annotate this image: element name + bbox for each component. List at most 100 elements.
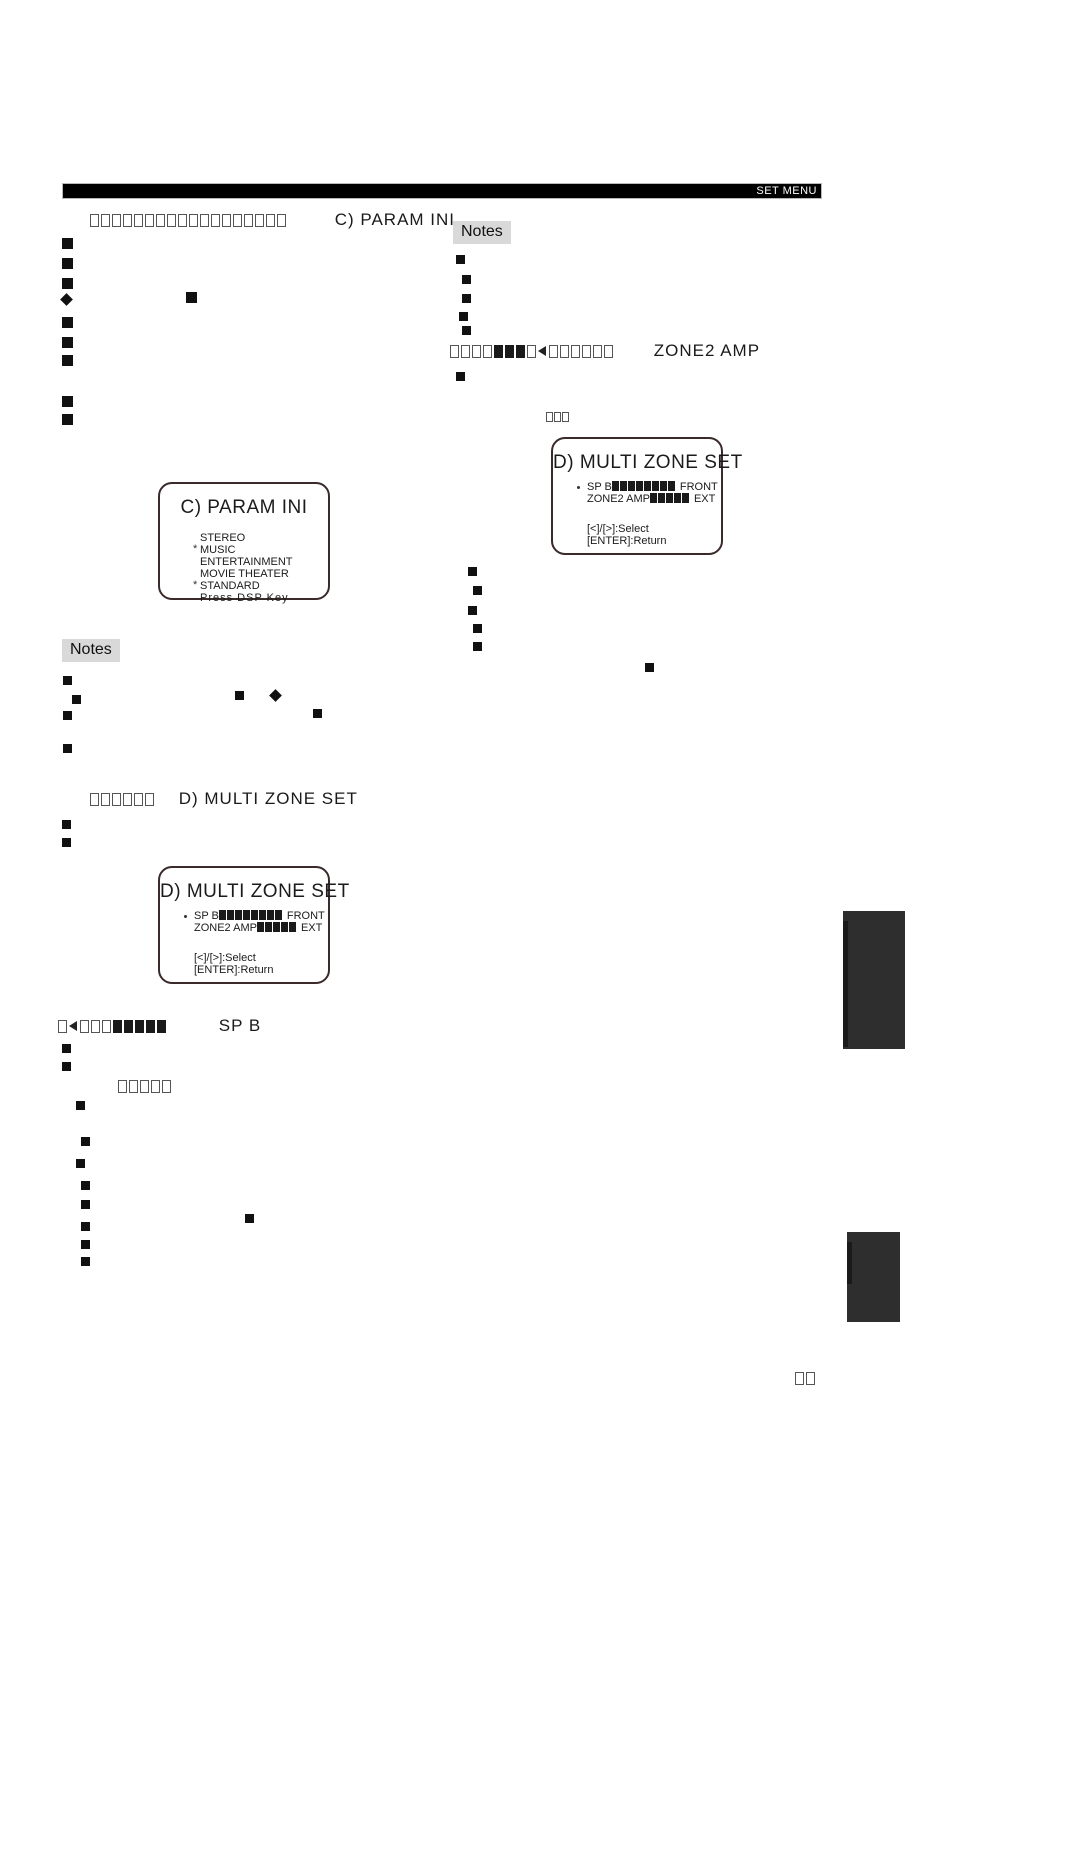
- osd-line-prefix: ZONE2 AMP: [587, 493, 650, 505]
- osd-multi-zone-left-title: D) MULTI ZONE SET: [160, 881, 350, 902]
- osd-line-redacted: [218, 910, 283, 922]
- list-item: [473, 624, 482, 633]
- list-item: [62, 396, 73, 407]
- osd-foot-line: [<]/[>]:Select: [194, 952, 256, 964]
- heading-param-ini-label: C) PARAM INI: [334, 210, 456, 229]
- inline-marker: [235, 691, 244, 700]
- list-item: [63, 711, 72, 720]
- osd-multi-zone-right: D) MULTI ZONE SET SP B FRONT ZONE2 AMP EXT…: [551, 437, 743, 555]
- osd-line: MOVIE THEATER: [200, 568, 289, 580]
- sub-heading-redacted: [118, 1076, 173, 1096]
- osd-line: STANDARD: [200, 580, 260, 592]
- inline-marker-diamond: [269, 689, 282, 702]
- heading-zone2-amp-label: ZONE2 AMP: [653, 341, 761, 360]
- osd-line: Press DSP Key: [200, 592, 289, 604]
- list-item: [62, 355, 73, 366]
- manual-page: SET MENU C) PARAM INI C) PARAM INI STERE…: [0, 0, 1080, 1872]
- list-item: [81, 1222, 90, 1231]
- osd-line-suffix: FRONT: [679, 481, 718, 493]
- list-item: [81, 1200, 90, 1209]
- list-item: [62, 414, 73, 425]
- list-item: [62, 258, 73, 269]
- osd-foot-line: [ENTER]:Return: [587, 535, 667, 547]
- list-item: [462, 294, 471, 303]
- section-title: SET MENU: [756, 185, 817, 197]
- edge-tab-lower-text: [847, 1242, 900, 1284]
- edge-tab-lower: [847, 1232, 900, 1322]
- section-header-bar: SET MENU: [62, 183, 822, 199]
- edge-tab-upper-text: [843, 921, 905, 1047]
- heading-param-ini-redacted: [90, 210, 288, 230]
- osd-star-marker: *: [193, 579, 198, 591]
- osd-line: SP B FRONT: [194, 910, 325, 922]
- edge-tab-row: [843, 921, 905, 984]
- osd-multi-zone-left: D) MULTI ZONE SET SP B FRONT ZONE2 AMP EXT…: [158, 866, 350, 984]
- list-item: [468, 567, 477, 576]
- osd-param-ini-title: C) PARAM INI: [180, 497, 308, 518]
- heading-param-ini: C) PARAM INI: [90, 210, 455, 230]
- list-item-diamond: [60, 293, 73, 306]
- list-item: [456, 255, 465, 264]
- list-item: [62, 838, 71, 847]
- list-item: [62, 1044, 71, 1053]
- notes-label-right: Notes: [453, 221, 511, 244]
- list-item: [462, 275, 471, 284]
- osd-bullet-dot: [184, 915, 187, 918]
- osd-multi-zone-right-title: D) MULTI ZONE SET: [553, 452, 743, 473]
- notes-label-left: Notes: [62, 639, 120, 662]
- list-item: [473, 642, 482, 651]
- osd-param-ini: C) PARAM INI STEREO MUSIC ENTERTAINMENT …: [158, 482, 330, 604]
- edge-tab-row: [847, 1242, 900, 1284]
- osd-line-redacted: [256, 922, 297, 934]
- heading-zone2-amp: ZONE2 AMP: [450, 341, 760, 361]
- heading-multi-zone-label: D) MULTI ZONE SET: [178, 789, 358, 808]
- osd-line: ZONE2 AMP EXT: [587, 493, 718, 505]
- edge-tab-row: [843, 984, 905, 1047]
- osd-line: ENTERTAINMENT: [200, 556, 293, 568]
- list-item: [81, 1181, 90, 1190]
- list-item: [81, 1240, 90, 1249]
- osd-line-prefix: SP B: [194, 910, 219, 922]
- osd-line: MUSIC: [200, 544, 236, 556]
- list-item: [76, 1101, 85, 1110]
- list-item: [81, 1257, 90, 1266]
- osd-line-redacted: [649, 493, 690, 505]
- list-item: [62, 317, 73, 328]
- inline-marker: [645, 663, 654, 672]
- edge-tab-upper: [843, 911, 905, 1049]
- osd-line-prefix: SP B: [587, 481, 612, 493]
- list-item: [63, 744, 72, 753]
- inline-marker: [245, 1214, 254, 1223]
- inline-marker: [313, 709, 322, 718]
- heading-multi-zone-set: D) MULTI ZONE SET: [90, 789, 358, 809]
- list-item: [62, 238, 73, 249]
- osd-foot-line: [ENTER]:Return: [194, 964, 274, 976]
- osd-line: SP B FRONT: [587, 481, 718, 493]
- osd-line: ZONE2 AMP EXT: [194, 922, 325, 934]
- osd-star-marker: *: [193, 543, 198, 555]
- heading-multi-zone-redacted: [90, 789, 156, 809]
- list-item: [473, 586, 482, 595]
- list-item: [62, 337, 73, 348]
- list-item: [462, 326, 471, 335]
- heading-sp-b-redacted-pre: [58, 1016, 168, 1036]
- osd-foot-line: [<]/[>]:Select: [587, 523, 649, 535]
- osd-bullet-dot: [577, 486, 580, 489]
- list-item: [72, 695, 81, 704]
- osd-line-suffix: EXT: [693, 493, 716, 505]
- heading-zone2-amp-redacted: [450, 341, 615, 361]
- list-item: [459, 312, 468, 321]
- osd-line-suffix: FRONT: [286, 910, 325, 922]
- list-item: [76, 1159, 85, 1168]
- osd-line: STEREO: [200, 532, 246, 544]
- heading-sp-b: SP B: [58, 1016, 261, 1036]
- list-item: [63, 676, 72, 685]
- list-item: [62, 820, 71, 829]
- inline-marker: [186, 292, 197, 303]
- list-item: [456, 372, 465, 381]
- list-item: [81, 1137, 90, 1146]
- heading-sp-b-label: SP B: [218, 1016, 262, 1035]
- list-item: [468, 606, 477, 615]
- osd-line-prefix: ZONE2 AMP: [194, 922, 257, 934]
- list-item: [62, 1062, 71, 1071]
